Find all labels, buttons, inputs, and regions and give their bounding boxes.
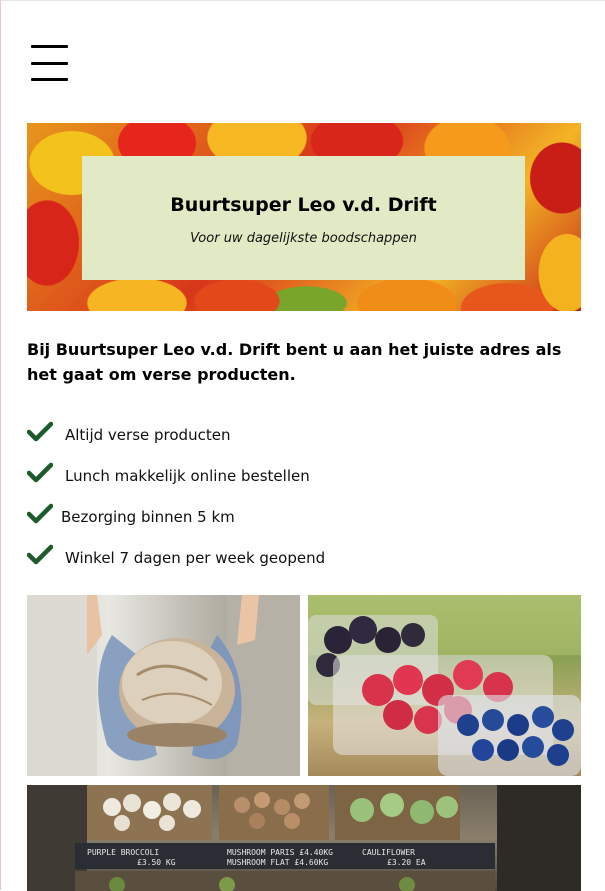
menu-bar-bottom (31, 78, 68, 81)
feature-label: Winkel 7 dagen per week geopend (65, 549, 326, 567)
checkmark-icon (27, 503, 53, 524)
feature-item: Altijd verse producten (27, 421, 527, 451)
market-photo: PURPLE BROCCOLI £3.50 KG MUSHROOM PARIS … (27, 785, 581, 891)
intro-text: Bij Buurtsuper Leo v.d. Drift bent u aan… (27, 340, 562, 384)
checkmark-icon (27, 462, 53, 483)
sign-purple-broccoli-price: £3.50 KG (137, 858, 176, 867)
feature-label: Bezorging binnen 5 km (61, 508, 235, 526)
hero-title: Buurtsuper Leo v.d. Drift (170, 194, 437, 216)
checkmark-icon (27, 421, 53, 442)
sign-cauliflower-price: £3.20 EA (387, 858, 426, 867)
berries-photo (308, 595, 581, 776)
sign-mushroom-paris: MUSHROOM PARIS £4.40KG (227, 848, 333, 857)
hero-banner: Buurtsuper Leo v.d. Drift Voor uw dageli… (27, 123, 581, 311)
feature-label: Altijd verse producten (65, 426, 231, 444)
feature-item: Winkel 7 dagen per week geopend (27, 544, 527, 574)
menu-bar-middle (31, 61, 68, 65)
hero-subtitle: Voor uw dagelijkste boodschappen (190, 231, 417, 246)
feature-item: Lunch makkelijk online bestellen (27, 462, 527, 492)
sign-cauliflower: CAULIFLOWER (362, 848, 415, 857)
hero-text-box: Buurtsuper Leo v.d. Drift Voor uw dageli… (82, 156, 525, 280)
menu-bar-top (31, 45, 68, 48)
market-illustration: PURPLE BROCCOLI £3.50 KG MUSHROOM PARIS … (27, 785, 581, 891)
bread-photo (27, 595, 300, 776)
bread-illustration (27, 595, 300, 776)
feature-item: Bezorging binnen 5 km (27, 503, 527, 533)
feature-label: Lunch makkelijk online bestellen (65, 467, 310, 485)
checkmark-icon (27, 544, 53, 565)
sign-mushroom-flat: MUSHROOM FLAT £4.60KG (227, 858, 328, 867)
sign-purple-broccoli: PURPLE BROCCOLI (87, 848, 159, 857)
hamburger-menu-button[interactable] (31, 45, 68, 81)
berries-illustration (308, 595, 581, 776)
